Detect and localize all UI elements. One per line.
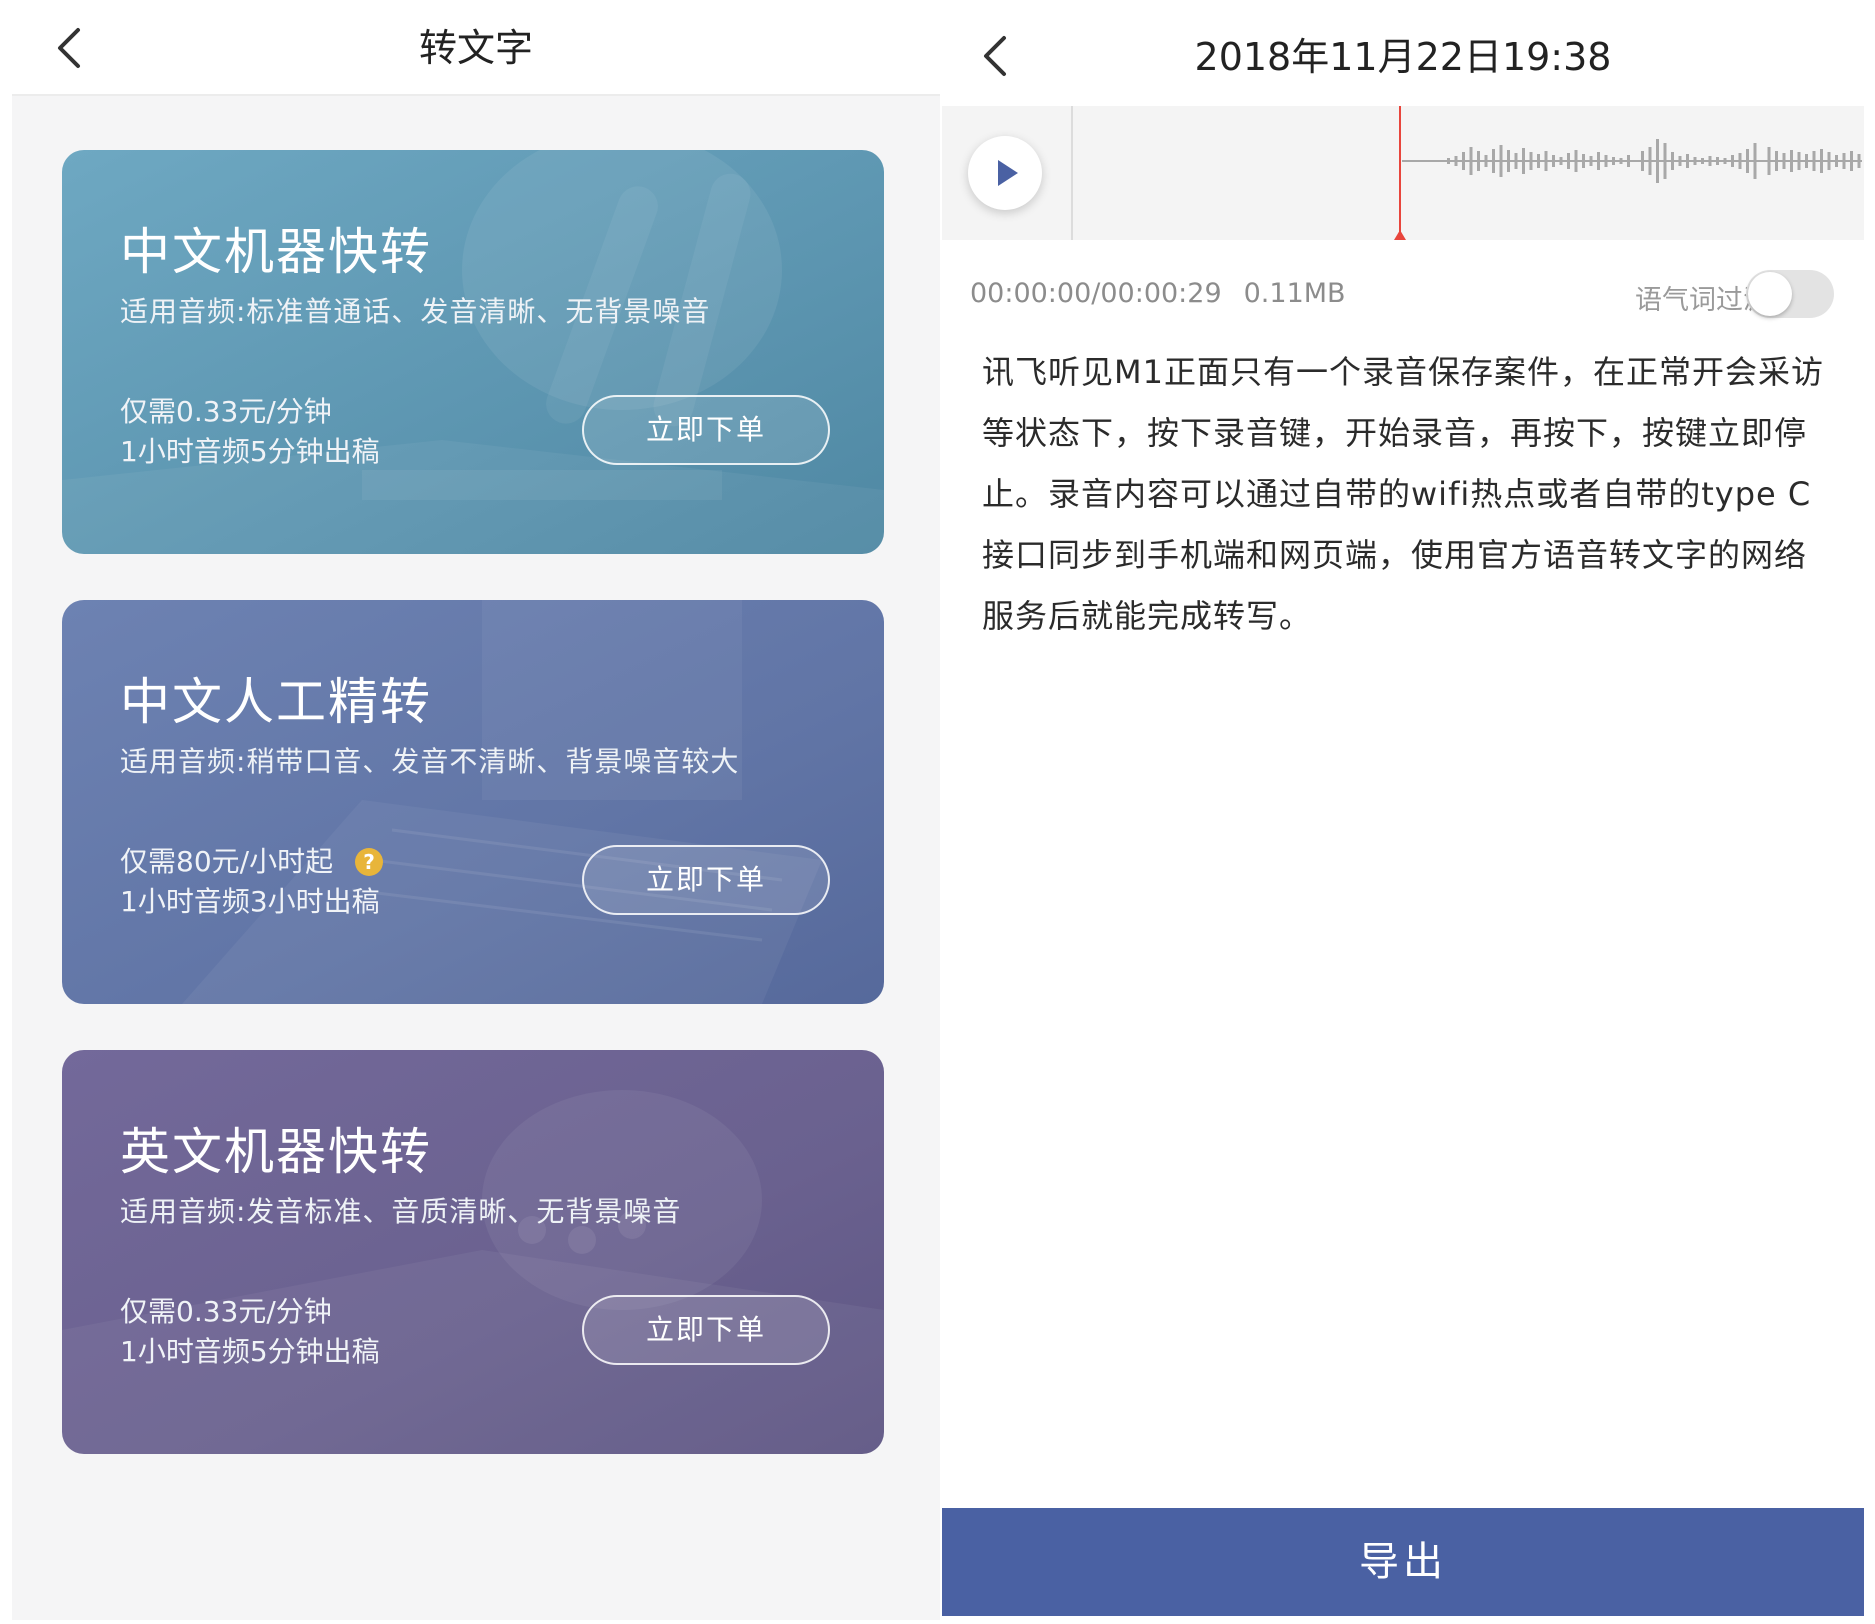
card-price-text: 仅需80元/小时起	[120, 845, 334, 878]
recording-title: 2018年11月22日19:38	[1194, 35, 1612, 79]
waveform-bar	[1454, 156, 1458, 166]
waveform-bar	[1582, 154, 1585, 168]
waveform-bar	[1612, 157, 1615, 165]
waveform-bar	[1857, 154, 1861, 168]
waveform-bar	[1447, 158, 1450, 164]
page-title: 转文字	[418, 26, 533, 70]
audio-meta: 00:00:00/00:00:29 0.11MB	[970, 278, 1346, 309]
waveform-bar	[1686, 154, 1689, 168]
card-title: 中文机器快转	[120, 223, 432, 281]
waveform-bar	[1597, 152, 1600, 170]
waveform-bar	[1477, 151, 1480, 171]
waveform-bar	[1738, 153, 1742, 169]
play-icon	[998, 160, 1018, 186]
waveform-bar	[1544, 151, 1548, 171]
waveform-bar	[1514, 153, 1518, 169]
waveform-bar	[1723, 158, 1727, 164]
waveform-bar	[1827, 152, 1831, 170]
waveform-bar	[1820, 149, 1823, 173]
card-subtitle: 适用音频:稍带口音、发音不清晰、背景噪音较大	[120, 745, 740, 778]
waveform-bar	[1731, 155, 1734, 167]
order-now-button[interactable]: 立即下单	[582, 845, 830, 915]
card-background-image	[62, 600, 884, 1004]
waveform-bar	[1842, 153, 1846, 169]
waveform-bar	[1782, 153, 1786, 169]
waveform-bar	[1529, 152, 1533, 170]
waveform-bar	[1701, 158, 1704, 164]
waveform-bar	[1767, 147, 1771, 175]
play-button[interactable]	[968, 136, 1042, 210]
card-subtitle: 适用音频:发音标准、音质清晰、无背景噪音	[120, 1195, 682, 1228]
card-background-image	[62, 150, 884, 554]
waveform-bar	[1716, 157, 1719, 165]
waveform-bar	[1835, 155, 1838, 167]
waveform-bar	[1567, 153, 1570, 169]
waveform-bar	[1462, 152, 1465, 170]
card-title: 英文机器快转	[120, 1123, 432, 1181]
export-button[interactable]: 导出	[942, 1508, 1864, 1616]
filler-word-filter-toggle[interactable]	[1746, 270, 1834, 318]
card-turnaround: 1小时音频5分钟出稿	[120, 435, 380, 468]
waveform-bar	[1552, 155, 1555, 167]
card-price: 仅需0.33元/分钟	[120, 1295, 332, 1328]
nav-bar: 转文字	[12, 0, 940, 96]
playhead-marker-icon	[1394, 230, 1406, 240]
waveform-bar	[1850, 151, 1853, 171]
waveform-bar	[1775, 151, 1778, 171]
card-price: 仅需0.33元/分钟	[120, 395, 332, 428]
card-chinese-human: 中文人工精转 适用音频:稍带口音、发音不清晰、背景噪音较大 仅需80元/小时起?…	[62, 600, 884, 1004]
waveform-bar	[1522, 148, 1525, 174]
waveform-bar	[1574, 150, 1578, 172]
recording-detail-screen: 2018年11月22日19:38 00:00:00/00:00:29 0.11MB…	[942, 0, 1864, 1620]
card-subtitle: 适用音频:标准普通话、发音清晰、无背景噪音	[120, 295, 711, 328]
help-icon[interactable]: ?	[355, 848, 384, 876]
card-price: 仅需80元/小时起?	[120, 840, 384, 880]
waveform-bar	[1797, 152, 1801, 170]
waveform-bar	[1790, 150, 1793, 172]
waveform-bar	[1671, 152, 1674, 170]
waveform-bar	[1708, 156, 1712, 166]
order-now-button[interactable]: 立即下单	[582, 1295, 830, 1365]
waveform-player[interactable]	[942, 106, 1864, 240]
waveform-bar	[1812, 151, 1816, 171]
waveform-bar	[1753, 143, 1757, 179]
waveform-bar	[1604, 155, 1608, 167]
waveform-bar	[1663, 143, 1667, 179]
card-chinese-machine: 中文机器快转 适用音频:标准普通话、发音清晰、无背景噪音 仅需0.33元/分钟 …	[62, 150, 884, 554]
card-background-image	[62, 1050, 884, 1454]
waveform-bar	[1805, 154, 1808, 168]
card-title: 中文人工精转	[120, 673, 432, 731]
filler-word-filter-label: 语气词过滤	[1635, 285, 1770, 316]
waveform-bar	[1589, 156, 1593, 166]
file-size: 0.11MB	[1243, 278, 1346, 309]
waveform-bar	[1507, 150, 1510, 172]
card-turnaround: 1小时音频3小时出稿	[120, 885, 380, 918]
transcript-text: 讯飞听见M1正面只有一个录音保存案件，在正常开会采访等状态下，按下录音键，开始录…	[982, 353, 1824, 635]
waveform-bar	[1693, 157, 1697, 165]
transcription-options-screen: 转文字 中文机器快转 适用音频:标准普通话、发音清晰、无背景噪音 仅需0.33元…	[12, 0, 940, 1620]
waveform-bar	[1746, 149, 1749, 173]
card-turnaround: 1小时音频5分钟出稿	[120, 1335, 380, 1368]
waveform-bar	[1678, 156, 1682, 166]
waveform-bar	[1537, 154, 1540, 168]
waveform-bar	[1619, 158, 1623, 164]
order-now-button[interactable]: 立即下单	[582, 395, 830, 465]
waveform-bar	[1641, 151, 1644, 171]
waveform-bar	[1499, 145, 1503, 177]
waveform-bar	[1469, 147, 1473, 175]
toggle-knob	[1748, 272, 1792, 316]
waveform-bar	[1559, 157, 1563, 165]
playback-time: 00:00:00/00:00:29	[970, 278, 1222, 309]
waveform-bar	[1627, 155, 1630, 167]
waveform[interactable]	[942, 106, 1864, 240]
waveform-bar	[1484, 155, 1488, 167]
waveform-bar	[1492, 149, 1495, 173]
waveform-bar	[1656, 139, 1659, 183]
waveform-bar	[1648, 147, 1652, 175]
card-english-machine: 英文机器快转 适用音频:发音标准、音质清晰、无背景噪音 仅需0.33元/分钟 1…	[62, 1050, 884, 1454]
